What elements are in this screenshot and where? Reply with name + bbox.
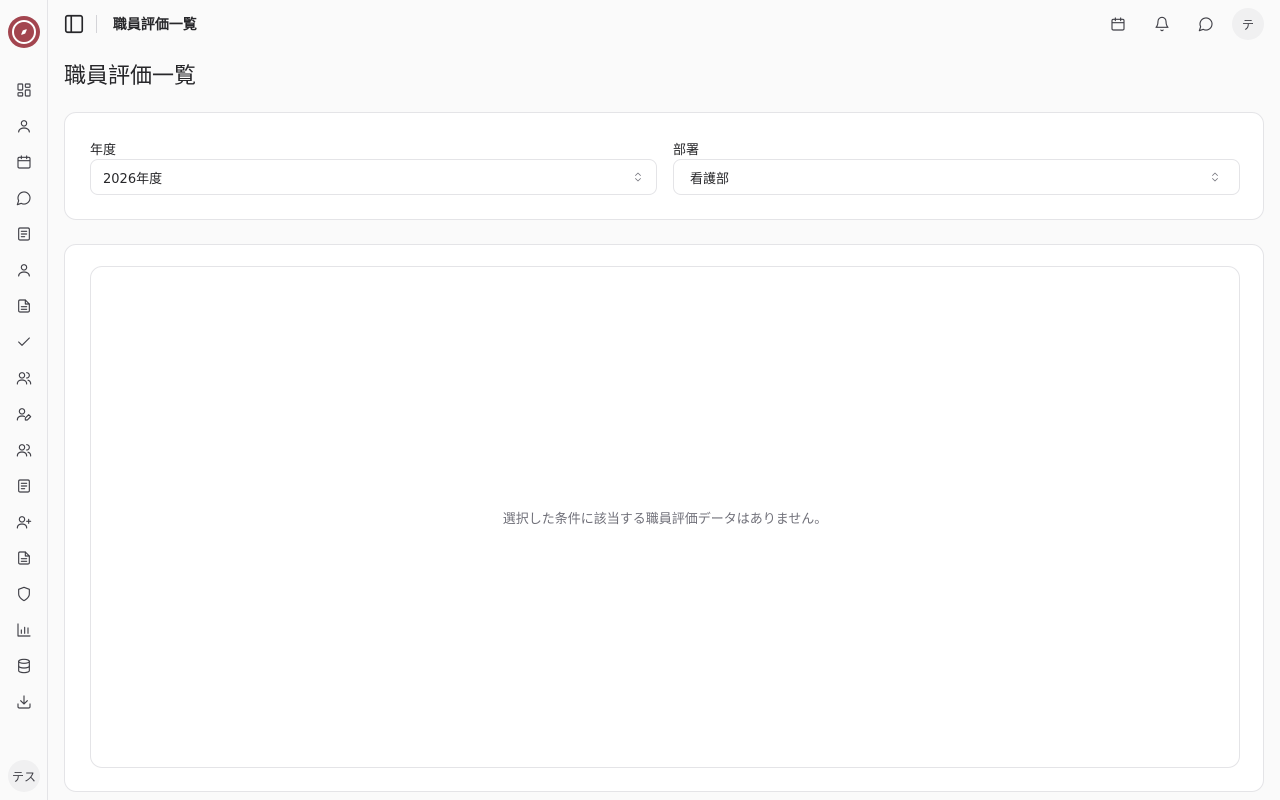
calendar-icon bbox=[1111, 17, 1125, 31]
file-text-icon bbox=[18, 551, 30, 565]
calendar-button[interactable] bbox=[1106, 12, 1130, 36]
sidebar-item-profile[interactable] bbox=[12, 114, 36, 138]
notifications-button[interactable] bbox=[1150, 12, 1174, 36]
sidebar-item-groups[interactable] bbox=[12, 438, 36, 462]
users-icon bbox=[16, 444, 32, 457]
dashboard-icon bbox=[17, 83, 31, 97]
empty-state: 選択した条件に該当する職員評価データはありません。 bbox=[90, 266, 1240, 768]
user-pen-icon bbox=[16, 408, 32, 421]
calendar-icon bbox=[17, 155, 31, 169]
message-icon bbox=[1198, 17, 1213, 32]
sidebar-item-tasks[interactable] bbox=[12, 330, 36, 354]
year-select[interactable]: 2026年度 bbox=[90, 159, 657, 195]
filter-card: 年度 2026年度 部署 看護部 bbox=[64, 112, 1264, 220]
bell-icon bbox=[1155, 16, 1169, 32]
sidebar-item-security[interactable] bbox=[12, 582, 36, 606]
chevrons-up-down-icon bbox=[635, 172, 641, 182]
panel-left-icon bbox=[64, 14, 84, 34]
notebook-icon bbox=[18, 479, 30, 493]
sidebar: テス bbox=[0, 0, 48, 800]
year-select-value: 2026年度 bbox=[103, 171, 163, 187]
top-header: 職員評価一覧 テ bbox=[48, 0, 1280, 48]
file-text-icon bbox=[18, 299, 30, 313]
chevrons-up-down-icon bbox=[1212, 172, 1218, 182]
sidebar-item-analytics[interactable] bbox=[12, 618, 36, 642]
check-icon bbox=[18, 337, 30, 346]
sidebar-item-database[interactable] bbox=[12, 654, 36, 678]
sidebar-item-documents[interactable] bbox=[12, 294, 36, 318]
sidebar-item-records[interactable] bbox=[12, 474, 36, 498]
page-title: 職員評価一覧 bbox=[64, 64, 197, 89]
sidebar-item-export[interactable] bbox=[12, 690, 36, 714]
header-divider bbox=[96, 15, 97, 33]
notebook-icon bbox=[18, 227, 30, 241]
sidebar-item-reports[interactable] bbox=[12, 546, 36, 570]
app-root: テス 職員評価一覧 テ 職員評価一覧 年度 2026年度 部署 看護部 選択した… bbox=[0, 0, 1280, 800]
department-label: 部署 bbox=[673, 143, 700, 158]
sidebar-item-teams[interactable] bbox=[12, 366, 36, 390]
user-avatar[interactable]: テス bbox=[8, 760, 40, 792]
shield-icon bbox=[18, 586, 30, 602]
year-label: 年度 bbox=[90, 143, 117, 158]
department-select[interactable]: 看護部 bbox=[673, 159, 1240, 195]
breadcrumb-title: 職員評価一覧 bbox=[113, 17, 197, 33]
sidebar-item-dashboard[interactable] bbox=[12, 78, 36, 102]
messages-button[interactable] bbox=[1194, 12, 1218, 36]
download-icon bbox=[17, 695, 31, 709]
department-select-value: 看護部 bbox=[690, 171, 730, 187]
empty-message: 選択した条件に該当する職員評価データはありません。 bbox=[502, 511, 828, 527]
message-icon bbox=[16, 191, 31, 206]
brand-logo[interactable] bbox=[8, 16, 40, 48]
header-avatar[interactable]: テ bbox=[1232, 8, 1264, 40]
sidebar-toggle-button[interactable] bbox=[62, 12, 86, 36]
user-icon bbox=[18, 264, 30, 277]
sidebar-item-add-user[interactable] bbox=[12, 510, 36, 534]
sidebar-item-messages[interactable] bbox=[12, 186, 36, 210]
users-icon bbox=[16, 372, 32, 385]
results-card: 選択した条件に該当する職員評価データはありません。 bbox=[64, 244, 1264, 792]
compass-icon bbox=[12, 20, 36, 44]
sidebar-item-notebook[interactable] bbox=[12, 222, 36, 246]
user-icon bbox=[18, 120, 30, 133]
user-plus-icon bbox=[16, 516, 32, 529]
database-icon bbox=[18, 658, 30, 674]
sidebar-item-staff[interactable] bbox=[12, 258, 36, 282]
bar-chart-icon bbox=[17, 623, 31, 637]
sidebar-item-evaluations[interactable] bbox=[12, 402, 36, 426]
sidebar-item-calendar[interactable] bbox=[12, 150, 36, 174]
